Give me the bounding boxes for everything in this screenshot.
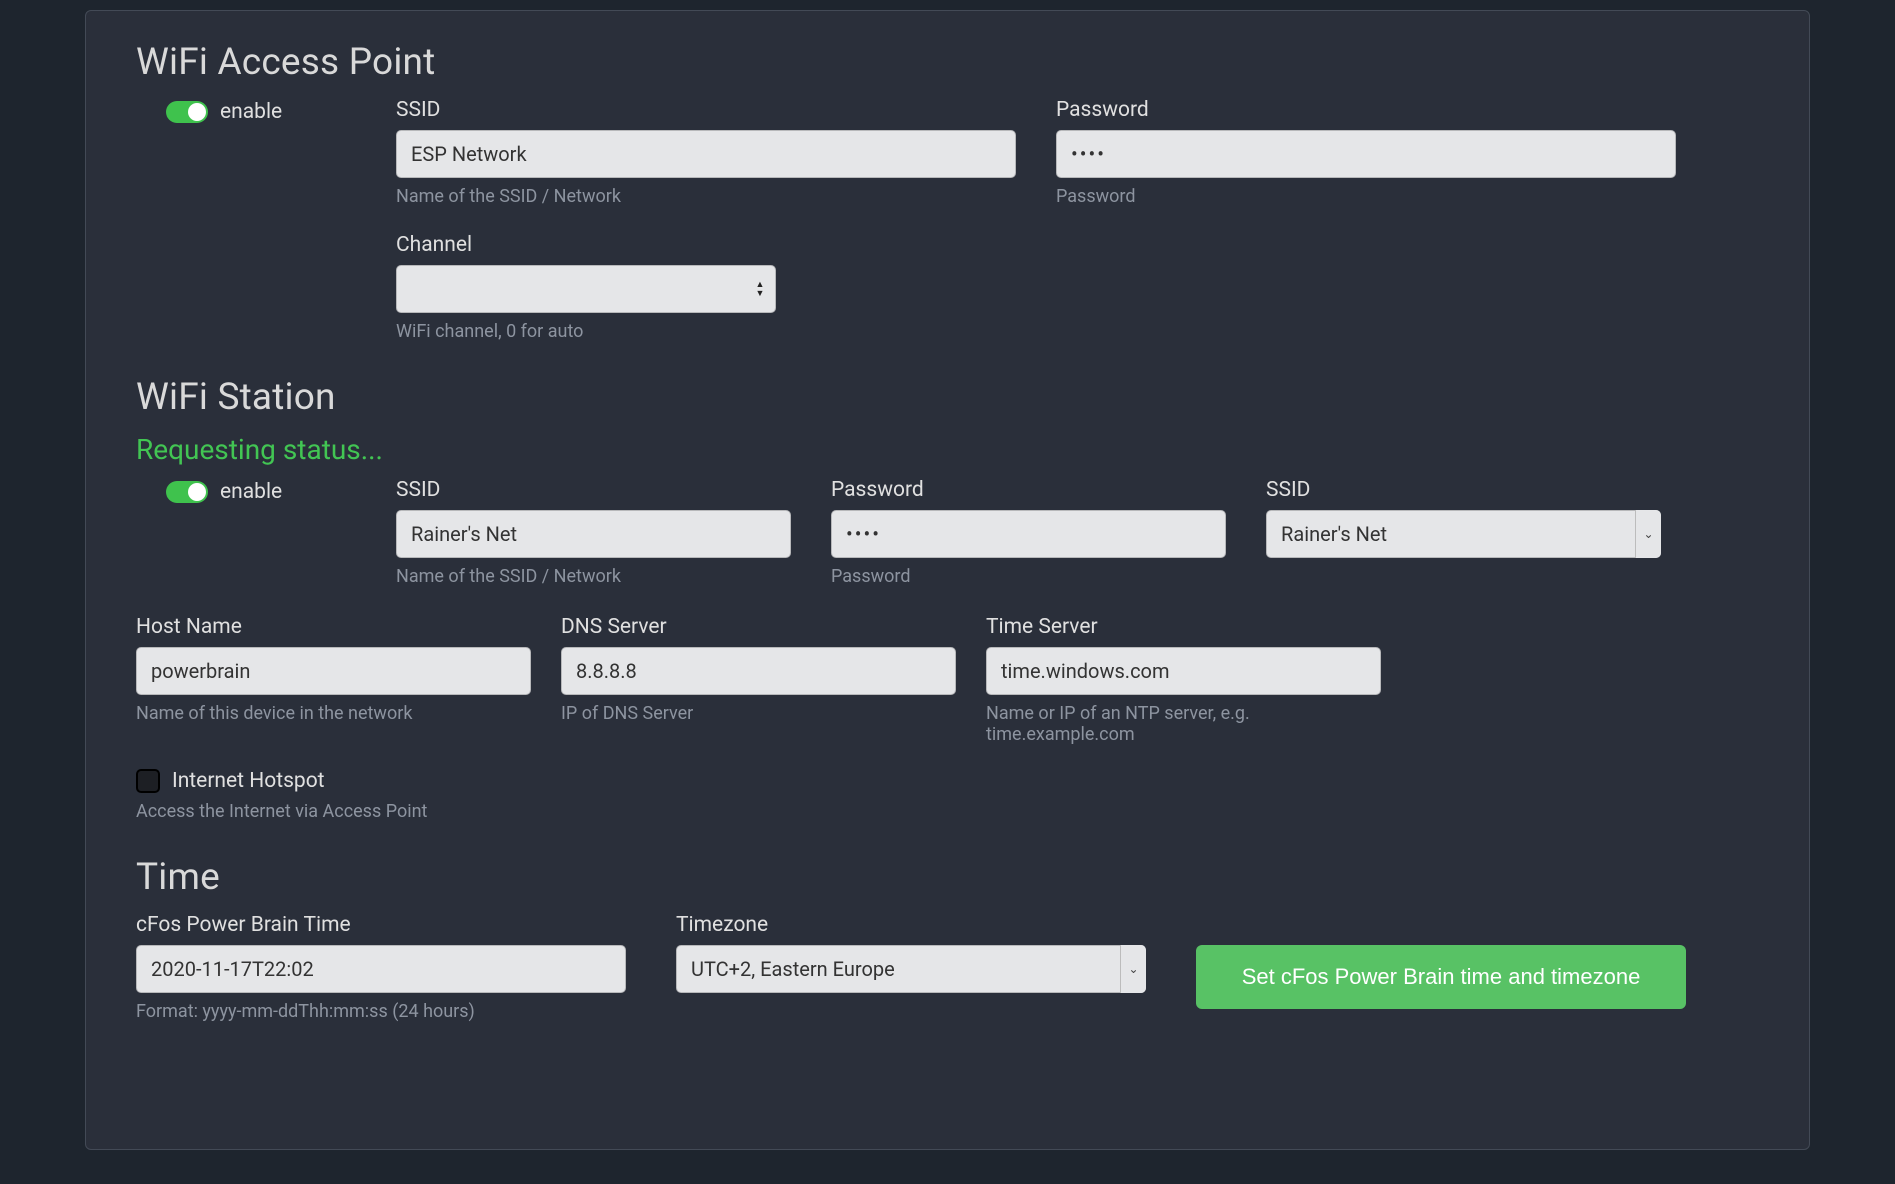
timeserver-input[interactable]	[986, 647, 1381, 695]
internet-hotspot-help: Access the Internet via Access Point	[136, 801, 1759, 822]
hostname-label: Host Name	[136, 615, 531, 639]
ap-channel-input[interactable]	[396, 265, 776, 313]
time-section-title: Time	[136, 856, 1759, 899]
dns-label: DNS Server	[561, 615, 956, 639]
station-enable-label: enable	[220, 480, 282, 504]
station-status-text: Requesting status...	[136, 433, 1759, 466]
set-time-button[interactable]: Set cFos Power Brain time and timezone	[1196, 945, 1686, 1009]
hostname-input[interactable]	[136, 647, 531, 695]
station-password-label: Password	[831, 478, 1226, 502]
timeserver-label: Time Server	[986, 615, 1381, 639]
ap-password-label: Password	[1056, 98, 1676, 122]
ap-ssid-input[interactable]	[396, 130, 1016, 178]
config-panel: WiFi Access Point enable SSID Name of th…	[85, 10, 1810, 1150]
timezone-label: Timezone	[676, 913, 1146, 937]
internet-hotspot-label: Internet Hotspot	[172, 769, 325, 793]
station-password-input[interactable]	[831, 510, 1226, 558]
dns-help: IP of DNS Server	[561, 703, 956, 724]
number-spinner-icon[interactable]: ▲▼	[752, 277, 768, 301]
ap-ssid-help: Name of the SSID / Network	[396, 186, 1016, 207]
station-password-help: Password	[831, 566, 1226, 587]
station-enable-toggle[interactable]	[166, 481, 208, 503]
ap-enable-label: enable	[220, 100, 282, 124]
station-ssid-select[interactable]	[1266, 510, 1661, 558]
ap-channel-label: Channel	[396, 233, 776, 257]
station-ssid-input[interactable]	[396, 510, 791, 558]
ap-password-input[interactable]	[1056, 130, 1676, 178]
timeserver-help: Name or IP of an NTP server, e.g. time.e…	[986, 703, 1381, 745]
brain-time-label: cFos Power Brain Time	[136, 913, 626, 937]
station-ssid-select-label: SSID	[1266, 478, 1661, 502]
dns-input[interactable]	[561, 647, 956, 695]
ap-password-help: Password	[1056, 186, 1676, 207]
ap-ssid-label: SSID	[396, 98, 1016, 122]
ap-section-title: WiFi Access Point	[136, 41, 1759, 84]
station-section-title: WiFi Station	[136, 376, 1759, 419]
timezone-select[interactable]	[676, 945, 1146, 993]
internet-hotspot-checkbox[interactable]	[136, 769, 160, 793]
station-ssid-help: Name of the SSID / Network	[396, 566, 791, 587]
hostname-help: Name of this device in the network	[136, 703, 531, 724]
brain-time-help: Format: yyyy-mm-ddThh:mm:ss (24 hours)	[136, 1001, 626, 1022]
brain-time-input[interactable]	[136, 945, 626, 993]
ap-channel-help: WiFi channel, 0 for auto	[396, 321, 776, 342]
ap-enable-toggle[interactable]	[166, 101, 208, 123]
station-ssid-label: SSID	[396, 478, 791, 502]
